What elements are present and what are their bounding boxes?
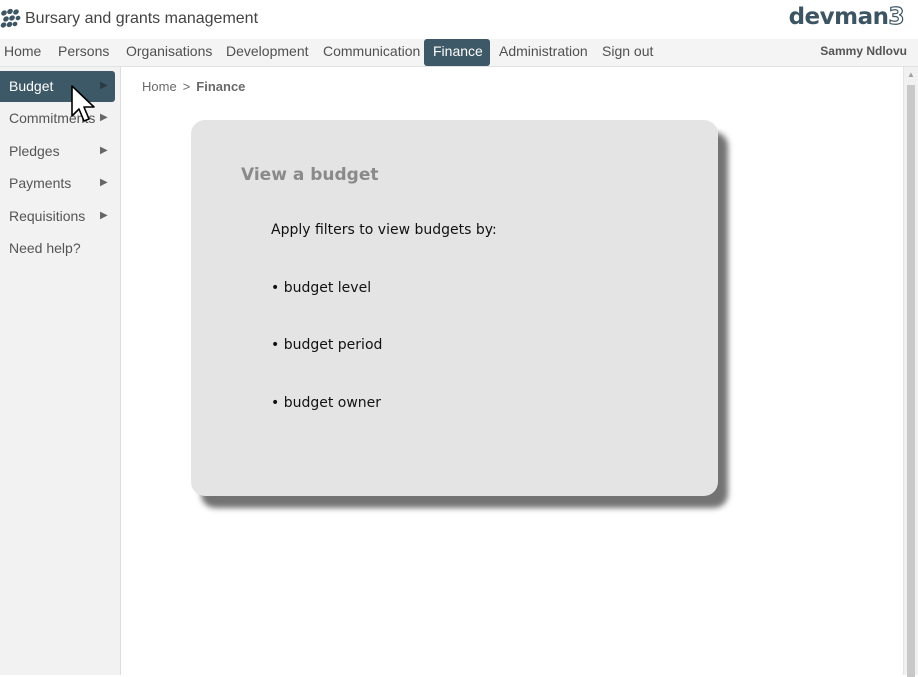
sidebar-item-label: Requisitions (9, 208, 86, 224)
sidebar-item-label: Payments (9, 175, 72, 191)
expand-arrow-icon: ▶ (100, 145, 108, 156)
breadcrumb-separator: > (182, 79, 191, 94)
nav-item-communication[interactable]: Communication (323, 39, 420, 66)
nav-item-persons[interactable]: Persons (58, 39, 109, 66)
nav-item-organisations[interactable]: Organisations (126, 39, 212, 66)
expand-arrow-icon: ▶ (100, 80, 108, 91)
view-budget-card: View a budget Apply filters to view budg… (191, 120, 718, 496)
sidebar-item-need-help[interactable]: Need help? (0, 233, 115, 264)
breadcrumb-current: Finance (196, 79, 246, 94)
expand-arrow-icon: ▶ (100, 177, 108, 188)
user-name[interactable]: Sammy Ndlovu (820, 39, 907, 66)
sidebar-item-label: Need help? (9, 240, 81, 256)
filter-bullet-budget-owner: • budget owner (271, 395, 382, 411)
sidebar-item-label: Budget (9, 78, 54, 94)
sidebar: Budget ▶ Commitments ▶ Pledges ▶ Payment… (0, 67, 121, 675)
nav-item-sign-out[interactable]: Sign out (602, 39, 653, 66)
sidebar-item-budget[interactable]: Budget ▶ (0, 71, 115, 102)
breadcrumb-home-link[interactable]: Home (142, 79, 177, 94)
brand-logo-number: 3 (888, 3, 905, 30)
devman-logo-icon (0, 8, 21, 28)
sidebar-item-commitments[interactable]: Commitments ▶ (0, 103, 115, 134)
sidebar-item-payments[interactable]: Payments ▶ (0, 168, 115, 199)
brand-logo-text: devman (788, 4, 889, 30)
nav-item-home[interactable]: Home (4, 39, 41, 66)
nav-item-development[interactable]: Development (226, 39, 309, 66)
expand-arrow-icon: ▶ (100, 112, 108, 123)
top-nav: Home Persons Organisations Development C… (0, 39, 918, 67)
nav-item-administration[interactable]: Administration (499, 39, 588, 66)
sidebar-item-label: Pledges (9, 143, 60, 159)
vertical-scrollbar[interactable]: ▲ (903, 67, 918, 677)
filter-bullet-budget-level: • budget level (271, 280, 372, 296)
sidebar-item-label: Commitments (9, 110, 96, 126)
brand-logo[interactable]: devman3 (788, 3, 906, 30)
sidebar-item-pledges[interactable]: Pledges ▶ (0, 136, 115, 167)
app-header: Bursary and grants management devman3 (0, 0, 918, 39)
nav-item-finance[interactable]: Finance (424, 39, 490, 66)
card-intro-text: Apply filters to view budgets by: (271, 222, 497, 238)
app-title: Bursary and grants management (25, 10, 259, 27)
card-title: View a budget (241, 165, 379, 185)
expand-arrow-icon: ▶ (100, 210, 108, 221)
filter-bullet-budget-period: • budget period (271, 337, 383, 353)
scrollbar-thumb[interactable] (907, 85, 915, 677)
breadcrumb: Home > Finance (142, 79, 245, 94)
sidebar-item-requisitions[interactable]: Requisitions ▶ (0, 201, 115, 232)
scroll-up-arrow-icon[interactable]: ▲ (907, 70, 915, 79)
